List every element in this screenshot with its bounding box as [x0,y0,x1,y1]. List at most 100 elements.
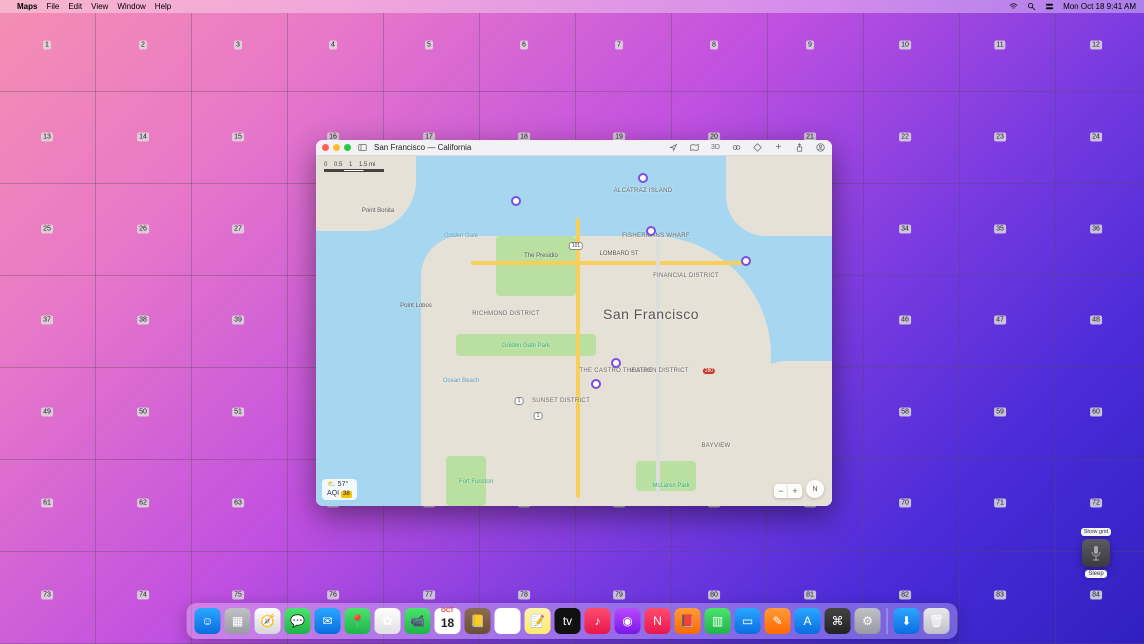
route-shield-101: 101 [569,242,583,250]
menu-file[interactable]: File [46,2,59,11]
look-around-icon[interactable] [731,142,742,153]
dock-photos-icon[interactable]: ✿ [375,608,401,634]
menu-view[interactable]: View [91,2,108,11]
grid-cell-number: 4 [329,41,337,50]
grid-cell-number: 60 [1090,408,1102,417]
window-zoom[interactable] [344,144,351,151]
grid-cell-number: 80 [708,591,720,600]
aqi-label: AQI [327,490,339,497]
grid-cell-number: 83 [994,591,1006,600]
map-pin[interactable] [591,379,601,389]
wifi-icon[interactable] [1009,2,1018,11]
map-poi-ocean: Ocean Beach [443,378,479,384]
dock-contacts-icon[interactable]: 📒 [465,608,491,634]
grid-cell-number: 14 [137,133,149,142]
map-pin[interactable] [611,358,621,368]
map-weather-badge[interactable]: ⛅ 57° AQI 38 [322,479,357,500]
dock-safari-icon[interactable]: 🧭 [255,608,281,634]
grid-cell-number: 11 [994,41,1005,50]
dock-downloads-icon[interactable]: ⬇ [894,608,920,634]
three-d-toggle[interactable]: 3D [710,142,721,153]
add-pin-icon[interactable]: + [773,142,784,153]
grid-cell-number: 7 [615,41,623,50]
zoom-in-button[interactable]: + [788,484,802,498]
location-arrow-icon[interactable] [668,142,679,153]
grid-cell-number: 37 [41,316,53,325]
map-scale-bar: 0 0.5 1 1.5 mi [324,162,384,172]
map-poi-ggpark: Golden Gate Park [502,343,550,349]
window-close[interactable] [322,144,329,151]
map-canvas[interactable]: San Francisco RICHMOND DISTRICT FINANCIA… [316,156,832,506]
dock-shortcuts-icon[interactable]: ⌘ [825,608,851,634]
directions-icon[interactable] [752,142,763,153]
grid-cell-number: 1 [43,41,51,50]
window-title: San Francisco — California [374,143,471,152]
window-minimize[interactable] [333,144,340,151]
grid-cell-number: 58 [899,408,911,417]
compass-button[interactable]: N [806,480,824,498]
grid-cell-number: 76 [327,591,339,600]
sidebar-toggle-icon[interactable] [357,142,368,153]
grid-cell-number: 84 [1090,591,1102,600]
grid-cell-number: 77 [423,591,435,600]
map-poi-funston: Fort Funston [459,479,493,485]
control-center-icon[interactable] [1045,2,1054,11]
dock-mail-icon[interactable]: ✉ [315,608,341,634]
dock-pages-icon[interactable]: ✎ [765,608,791,634]
dock-settings-icon[interactable]: ⚙ [855,608,881,634]
grid-cell-number: 74 [137,591,149,600]
dock-news-icon[interactable]: N [645,608,671,634]
menubar-clock[interactable]: Mon Oct 18 9:41 AM [1063,2,1136,11]
menu-edit[interactable]: Edit [68,2,82,11]
dock-numbers-icon[interactable]: ▥ [705,608,731,634]
grid-cell-number: 35 [994,225,1006,234]
map-mode-icon[interactable] [689,142,700,153]
grid-cell-number: 38 [137,316,149,325]
map-label-fishermans: FISHERMANS WHARF [622,233,690,239]
map-pin[interactable] [638,173,648,183]
dock-maps-icon[interactable]: 📍 [345,608,371,634]
dock-launchpad-icon[interactable]: ▦ [225,608,251,634]
voice-control-status[interactable]: Sleep [1085,570,1106,578]
map-label-pointlobos: Point Lobos [400,303,432,309]
dock-trash-icon[interactable]: 🗑 [924,608,950,634]
map-label-pointbonita: Point Bonita [362,208,394,214]
voice-control-mic-icon[interactable] [1082,539,1110,567]
grid-cell-number: 23 [994,133,1006,142]
dock-podcasts-icon[interactable]: ◉ [615,608,641,634]
menu-window[interactable]: Window [117,2,145,11]
window-titlebar: San Francisco — California 3D + [316,140,832,156]
grid-cell-number: 15 [232,133,244,142]
map-pin[interactable] [741,256,751,266]
app-menu[interactable]: Maps [17,2,37,11]
map-city-label: San Francisco [603,306,699,322]
grid-cell-number: 46 [899,316,911,325]
map-label-richmond: RICHMOND DISTRICT [472,311,539,317]
grid-cell-number: 36 [1090,225,1102,234]
map-pin[interactable] [511,196,521,206]
dock-notes-icon[interactable]: 📝 [525,608,551,634]
map-pin[interactable] [646,226,656,236]
grid-cell-number: 10 [899,41,911,50]
dock-appstore-icon[interactable]: A [795,608,821,634]
grid-cell-number: 9 [806,41,814,50]
dock-tv-icon[interactable]: tv [555,608,581,634]
account-icon[interactable] [815,142,826,153]
dock-reminders-icon[interactable]: ☰ [495,608,521,634]
dock-finder-icon[interactable]: ☺ [195,608,221,634]
dock-books-icon[interactable]: 📕 [675,608,701,634]
grid-cell-number: 6 [520,41,528,50]
menu-help[interactable]: Help [155,2,171,11]
dock-music-icon[interactable]: ♪ [585,608,611,634]
share-icon[interactable] [794,142,805,153]
spotlight-icon[interactable] [1027,2,1036,11]
grid-cell-number: 26 [137,225,149,234]
map-label-financial: FINANCIAL DISTRICT [653,273,719,279]
grid-cell-number: 82 [899,591,911,600]
dock-calendar-icon[interactable]: OCT18 [435,608,461,634]
zoom-out-button[interactable]: − [774,484,788,498]
dock-messages-icon[interactable]: 💬 [285,608,311,634]
grid-cell-number: 3 [234,41,242,50]
dock-facetime-icon[interactable]: 📹 [405,608,431,634]
dock-keynote-icon[interactable]: ▭ [735,608,761,634]
